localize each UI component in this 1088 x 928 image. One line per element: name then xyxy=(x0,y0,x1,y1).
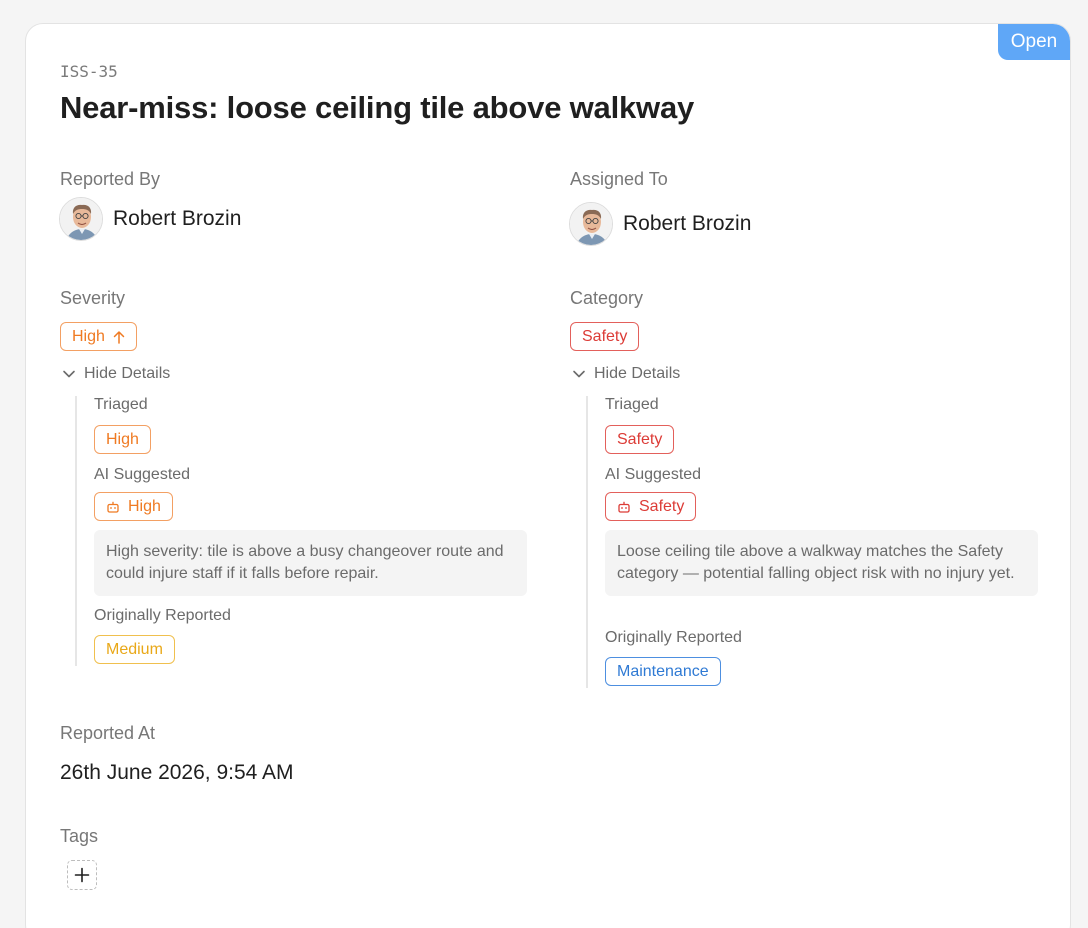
severity-original-label: Originally Reported xyxy=(94,607,231,624)
issue-id: ISS-35 xyxy=(60,62,118,81)
category-original-chip: Maintenance xyxy=(605,657,721,686)
category-ai-reason: Loose ceiling tile above a walkway match… xyxy=(605,530,1038,596)
severity-hide-details-toggle[interactable]: Hide Details xyxy=(62,365,170,383)
severity-ai-chip[interactable]: High xyxy=(94,492,173,521)
category-chip[interactable]: Safety xyxy=(570,322,640,351)
category-original-value: Maintenance xyxy=(617,662,709,680)
avatar xyxy=(569,202,613,246)
issue-title: Near-miss: loose ceiling tile above walk… xyxy=(60,90,695,125)
severity-chip[interactable]: High xyxy=(60,322,137,351)
hide-details-label: Hide Details xyxy=(84,365,171,382)
category-original-label: Originally Reported xyxy=(605,629,742,646)
category-triaged-chip: Safety xyxy=(605,425,675,454)
assigned-to-name: Robert Brozin xyxy=(623,212,752,235)
reported-at-label: Reported At xyxy=(60,723,156,743)
avatar xyxy=(59,197,103,241)
issue-card: Open ISS-35 Near-miss: loose ceiling til… xyxy=(25,23,1071,928)
severity-triaged-chip: High xyxy=(94,425,151,454)
assigned-to-label: Assigned To xyxy=(570,169,668,189)
status-badge[interactable]: Open xyxy=(998,24,1070,60)
severity-ai-value: High xyxy=(128,497,161,515)
category-value: Safety xyxy=(582,327,628,345)
plus-icon xyxy=(74,867,90,883)
add-tag-button[interactable] xyxy=(67,860,97,890)
severity-original-chip: Medium xyxy=(94,635,175,664)
category-ai-label: AI Suggested xyxy=(605,466,702,483)
arrow-up-icon xyxy=(113,330,125,344)
chevron-down-icon xyxy=(62,367,76,381)
severity-value: High xyxy=(72,327,105,345)
robot-icon xyxy=(106,500,120,514)
tags-label: Tags xyxy=(60,826,99,846)
hide-details-label: Hide Details xyxy=(594,365,681,382)
reported-by-label: Reported By xyxy=(60,169,161,189)
category-label: Category xyxy=(570,288,644,308)
category-ai-value: Safety xyxy=(639,497,685,515)
chevron-down-icon xyxy=(572,367,586,381)
category-hide-details-toggle[interactable]: Hide Details xyxy=(572,365,680,383)
severity-ai-reason: High severity: tile is above a busy chan… xyxy=(94,530,527,596)
details-divider xyxy=(75,396,77,666)
reported-by-name: Robert Brozin xyxy=(113,207,242,230)
category-triaged-value: Safety xyxy=(617,430,663,448)
severity-triaged-value: High xyxy=(106,430,139,448)
severity-label: Severity xyxy=(60,288,126,308)
category-ai-chip[interactable]: Safety xyxy=(605,492,697,521)
details-divider xyxy=(586,396,588,688)
assigned-to-person[interactable]: Robert Brozin xyxy=(569,202,751,246)
severity-ai-label: AI Suggested xyxy=(94,466,191,483)
robot-icon xyxy=(617,500,631,514)
severity-triaged-label: Triaged xyxy=(94,396,148,413)
reported-by-person[interactable]: Robert Brozin xyxy=(59,197,241,241)
severity-original-value: Medium xyxy=(106,640,163,658)
reported-at-value: 26th June 2026, 9:54 AM xyxy=(60,761,294,784)
category-triaged-label: Triaged xyxy=(605,396,659,413)
